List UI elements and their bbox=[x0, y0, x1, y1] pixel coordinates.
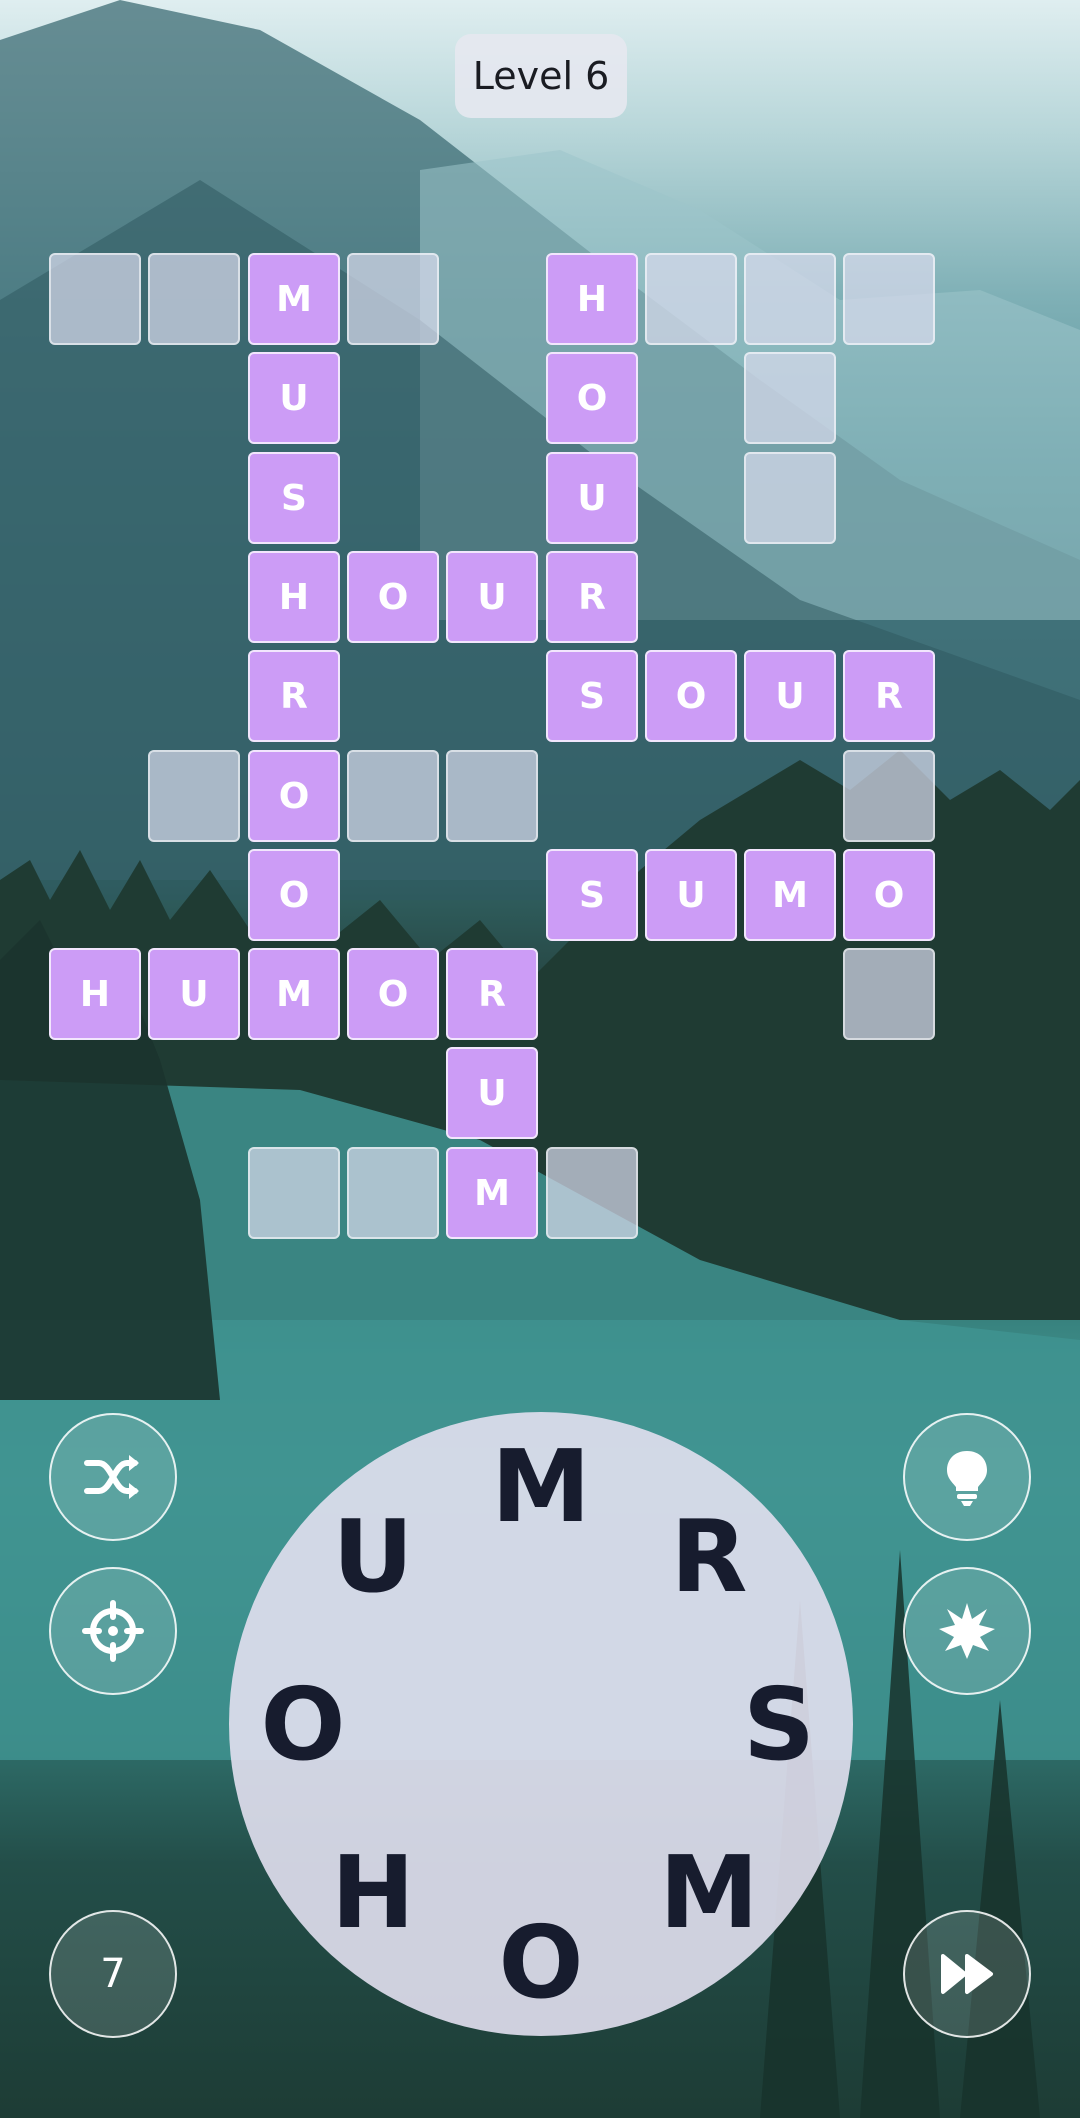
grid-cell-empty bbox=[645, 253, 737, 345]
hint-button[interactable] bbox=[903, 1413, 1031, 1541]
shuffle-button[interactable] bbox=[49, 1413, 177, 1541]
grid-cell-filled: R bbox=[546, 551, 638, 643]
grid-cell-filled: M bbox=[744, 849, 836, 941]
grid-cell-empty bbox=[347, 750, 439, 842]
grid-cell-filled: M bbox=[248, 253, 340, 345]
fast-forward-icon bbox=[941, 1954, 993, 1994]
grid-cell-empty bbox=[446, 750, 538, 842]
grid-cell-filled: U bbox=[744, 650, 836, 742]
grid-cell-filled: U bbox=[148, 948, 240, 1040]
grid-cell-filled: U bbox=[546, 452, 638, 544]
grid-cell-empty bbox=[744, 452, 836, 544]
burst-hint-button[interactable] bbox=[903, 1567, 1031, 1695]
grid-cell-filled: R bbox=[248, 650, 340, 742]
grid-cell-filled: O bbox=[347, 551, 439, 643]
grid-cell-filled: H bbox=[546, 253, 638, 345]
grid-cell-empty bbox=[843, 750, 935, 842]
skip-button[interactable] bbox=[903, 1910, 1031, 2038]
grid-cell-filled: R bbox=[446, 948, 538, 1040]
grid-cell-filled: M bbox=[446, 1147, 538, 1239]
grid-cell-empty bbox=[248, 1147, 340, 1239]
wheel-letter[interactable]: O bbox=[481, 1902, 601, 2022]
grid-cell-empty bbox=[843, 948, 935, 1040]
wheel-letter[interactable]: O bbox=[243, 1664, 363, 1784]
grid-cell-filled: U bbox=[446, 551, 538, 643]
grid-cell-filled: H bbox=[49, 948, 141, 1040]
wheel-letter[interactable]: H bbox=[313, 1832, 433, 1952]
grid-cell-empty bbox=[744, 352, 836, 444]
lightbulb-icon bbox=[947, 1451, 987, 1506]
word-count-badge[interactable]: 7 bbox=[49, 1910, 177, 2038]
grid-cell-empty bbox=[347, 1147, 439, 1239]
grid-cell-empty bbox=[347, 253, 439, 345]
grid-cell-filled: O bbox=[248, 849, 340, 941]
wheel-letter[interactable]: S bbox=[719, 1664, 839, 1784]
wheel-letter[interactable]: U bbox=[313, 1496, 433, 1616]
grid-cell-filled: O bbox=[347, 948, 439, 1040]
wheel-letter[interactable]: M bbox=[481, 1426, 601, 1546]
grid-cell-filled: O bbox=[248, 750, 340, 842]
target-button[interactable] bbox=[49, 1567, 177, 1695]
word-count-label: 7 bbox=[100, 1951, 126, 1997]
grid-cell-filled: U bbox=[645, 849, 737, 941]
shuffle-icon bbox=[84, 1455, 139, 1499]
burst-icon bbox=[939, 1603, 995, 1659]
grid-cell-filled: U bbox=[446, 1047, 538, 1139]
grid-cell-filled: O bbox=[843, 849, 935, 941]
grid-cell-filled: S bbox=[248, 452, 340, 544]
grid-cell-empty bbox=[546, 1147, 638, 1239]
grid-cell-filled: S bbox=[546, 650, 638, 742]
level-indicator: Level 6 bbox=[455, 34, 627, 118]
grid-cell-filled: O bbox=[546, 352, 638, 444]
grid-cell-filled: U bbox=[248, 352, 340, 444]
grid-cell-empty bbox=[49, 253, 141, 345]
grid-cell-filled: R bbox=[843, 650, 935, 742]
wheel-letter[interactable]: M bbox=[649, 1832, 769, 1952]
wheel-letter[interactable]: R bbox=[649, 1496, 769, 1616]
grid-cell-empty bbox=[148, 253, 240, 345]
grid-cell-filled: M bbox=[248, 948, 340, 1040]
grid-cell-empty bbox=[843, 253, 935, 345]
crosshair-icon bbox=[82, 1600, 144, 1662]
grid-cell-filled: O bbox=[645, 650, 737, 742]
grid-cell-empty bbox=[148, 750, 240, 842]
grid-cell-filled: S bbox=[546, 849, 638, 941]
grid-cell-filled: H bbox=[248, 551, 340, 643]
grid-cell-empty bbox=[744, 253, 836, 345]
